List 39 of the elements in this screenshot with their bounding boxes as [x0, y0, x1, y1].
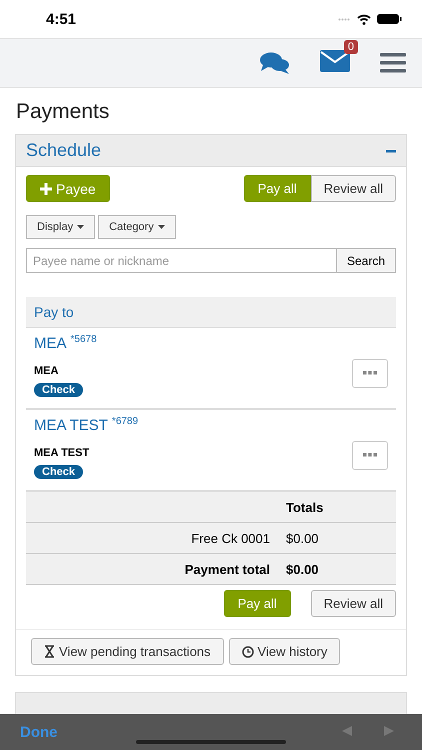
caret-icon — [158, 225, 165, 229]
filter-dropdown[interactable]: Display — [26, 215, 96, 239]
mail-icon[interactable] — [320, 50, 350, 72]
view-link-button[interactable]: View history — [228, 638, 340, 665]
page-title: Payments — [16, 100, 110, 124]
status-time: 4:51 — [46, 10, 76, 28]
panel-title: Schedule — [26, 140, 102, 161]
message-count-badge: 0 — [344, 40, 358, 54]
payment-method-tag: Check — [34, 465, 84, 479]
ellipsis-icon — [363, 453, 377, 457]
filter-dropdown[interactable]: Category — [98, 215, 176, 239]
total-amount: $0.00 — [286, 562, 320, 576]
search-button[interactable]: Search — [336, 248, 396, 273]
payee-name[interactable]: MEA TEST $^{*6789}$ — [34, 417, 138, 434]
review-all-button[interactable]: Review all — [310, 175, 396, 202]
total-label: Payment total — [184, 562, 271, 576]
menu-icon[interactable] — [380, 53, 406, 73]
column-heading: Pay to — [34, 304, 74, 320]
payment-method-tag: Check — [34, 383, 84, 397]
chat-icon[interactable] — [260, 52, 290, 74]
total-label: Free Ck 0001 — [190, 530, 271, 546]
caret-icon — [77, 225, 84, 229]
totals-heading: Totals — [286, 500, 324, 514]
payee-name[interactable]: MEA $^{*5678}$ — [34, 335, 97, 352]
total-amount: $0.00 — [286, 530, 320, 546]
payee-nickname: MEA TEST — [34, 447, 90, 459]
signal-icon — [338, 18, 351, 20]
more-options-button[interactable] — [352, 440, 388, 470]
payee-nickname: MEA — [34, 365, 60, 377]
battery-icon — [377, 14, 402, 24]
view-link-button[interactable]: View pending transactions — [31, 638, 224, 665]
plus-icon — [40, 182, 52, 194]
clock-icon — [242, 646, 254, 658]
more-options-button[interactable] — [352, 358, 388, 388]
ellipsis-icon — [363, 371, 377, 375]
wifi-icon — [357, 14, 371, 24]
hourglass-icon — [44, 645, 55, 658]
review-all-button[interactable]: Review all — [310, 590, 396, 617]
search-field[interactable]: Payee name or nickname — [26, 248, 337, 273]
